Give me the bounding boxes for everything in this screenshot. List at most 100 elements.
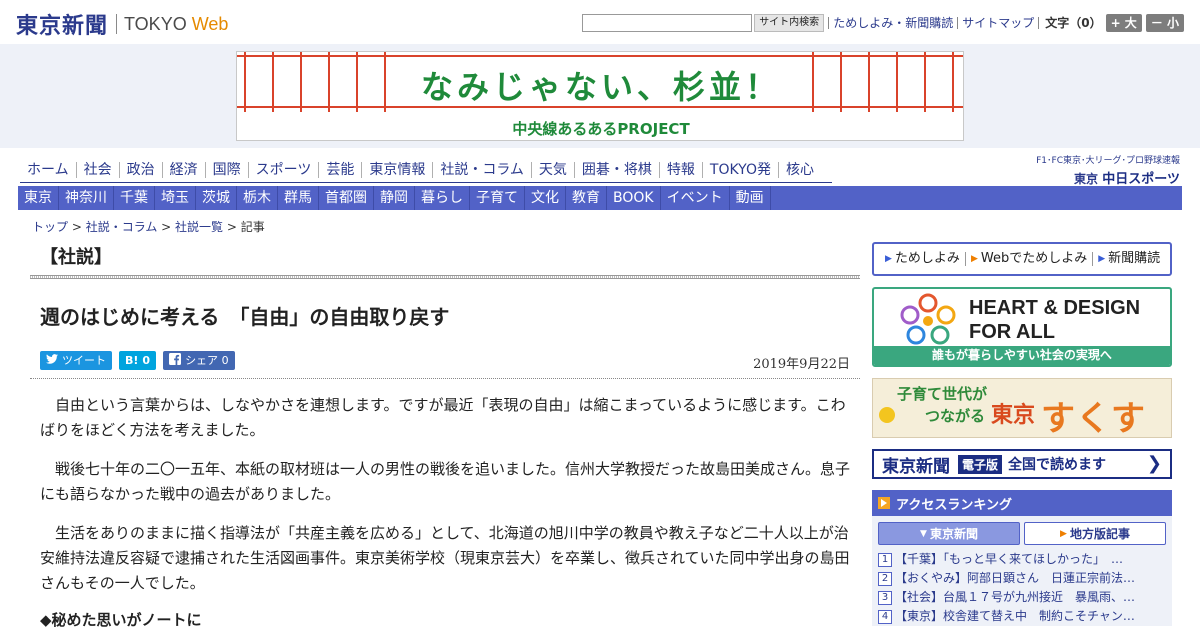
nav-tokuho[interactable]: 特報: [658, 161, 702, 178]
region-book[interactable]: BOOK: [607, 186, 661, 210]
nav-tokyo-info[interactable]: 東京情報: [361, 161, 432, 178]
ranking-play-icon: [878, 497, 890, 509]
banner-area: なみじゃない、杉並！ 中央線あるあるPROJECT: [0, 44, 1200, 148]
tokyo-sukusuku-ad[interactable]: 子育て世代が つながる 東京 すくすく: [872, 378, 1172, 438]
web-trial-reading-link[interactable]: ▶ Webでためしよみ: [964, 252, 1092, 266]
heart-design-title: HEART & DESIGN FOR ALL: [969, 296, 1140, 344]
region-parenting[interactable]: 子育て: [470, 186, 525, 210]
region-ibaraki[interactable]: 茨城: [196, 186, 237, 210]
breadcrumb-editorial-list[interactable]: 社説一覧: [175, 220, 223, 234]
nav-tokyo-hatsu[interactable]: TOKYO発: [701, 161, 778, 178]
region-kanagawa[interactable]: 神奈川: [59, 186, 114, 210]
triangle-down-icon: ▼: [920, 528, 927, 539]
region-tokyo[interactable]: 東京: [18, 186, 59, 210]
share-bar: ツイート B! 0 シェア 0 2019年9月22日: [30, 350, 860, 372]
chunichi-logo-name: 中日スポーツ: [1102, 172, 1180, 187]
heart-design-for-all-ad[interactable]: HEART & DESIGN FOR ALL 誰もが暮らしやすい社会の実現へ: [872, 287, 1172, 367]
logo-web-text[interactable]: Web: [192, 14, 229, 35]
article-title: 週のはじめに考える 「自由」の自由取り戻す: [40, 305, 450, 329]
heart-design-title-line1: HEART & DESIGN: [969, 297, 1141, 319]
hatena-bookmark-icon: B!: [125, 353, 139, 367]
subscription-promo-links: ▶ ためしよみ ▶ Webでためしよみ ▶ 新聞購読: [872, 242, 1172, 276]
region-shizuoka[interactable]: 静岡: [374, 186, 415, 210]
facebook-share-button[interactable]: シェア 0: [163, 350, 235, 370]
font-size-label: 文字（0）: [1038, 17, 1102, 29]
twitter-bird-icon: [46, 353, 58, 367]
facebook-share-count: 0: [221, 353, 229, 367]
article: 【社説】 週のはじめに考える 「自由」の自由取り戻す ツイート B! 0 シェア…: [30, 240, 860, 630]
article-subheading: ◆秘めた思いがノートに: [40, 611, 202, 629]
ranking-item[interactable]: 4 【東京】校舎建て替え中 制約こそチャン…: [878, 607, 1166, 626]
breadcrumb-current: 記事: [240, 220, 265, 234]
section-divider: [30, 275, 860, 279]
rank-number: 1: [878, 552, 892, 567]
ranking-item[interactable]: 1 【千葉】「もっと早く来てほしかった」 …: [878, 550, 1166, 569]
article-paragraph: 自由という言葉からは、しなやかさを連想します。ですが最近「表現の自由」は縮こまっ…: [40, 396, 846, 439]
region-gunma[interactable]: 群馬: [278, 186, 319, 210]
region-saitama[interactable]: 埼玉: [155, 186, 196, 210]
region-living[interactable]: 暮らし: [415, 186, 470, 210]
ranking-item[interactable]: 2 【おくやみ】阿部日顕さん 日蓮正宗前法…: [878, 569, 1166, 588]
subscribe-link[interactable]: ▶ 新聞購読: [1092, 252, 1165, 266]
banner-subtitle: 中央線あるあるPROJECT: [512, 120, 690, 138]
site-header: 東京新聞 TOKYO Web サイト内検索 ためしよみ・新聞購読 サイトマップ …: [0, 0, 1200, 44]
ranking-item[interactable]: 3 【社会】台風１７号が九州接近 暴風雨、…: [878, 588, 1166, 607]
nav-politics[interactable]: 政治: [118, 161, 162, 178]
region-education[interactable]: 教育: [566, 186, 607, 210]
region-chiba[interactable]: 千葉: [114, 186, 155, 210]
banner-ad[interactable]: なみじゃない、杉並！ 中央線あるあるPROJECT: [236, 51, 964, 141]
breadcrumb-separator: >: [223, 220, 241, 234]
site-search-button[interactable]: サイト内検索: [754, 14, 825, 32]
ranking-item-title[interactable]: 【東京】校舎建て替え中 制約こそチャン…: [895, 607, 1165, 626]
nav-entertainment[interactable]: 芸能: [318, 161, 361, 178]
nav-editorial-column[interactable]: 社説・コラム: [432, 161, 531, 178]
chunichi-sports-link[interactable]: F1･FC東京･大リーグ･プロ野球速報 東京 中日スポーツ: [1020, 153, 1180, 187]
digital-edition-ad[interactable]: 東京新聞 電子版 全国で読めます ❯: [872, 449, 1172, 479]
nav-weather[interactable]: 天気: [530, 161, 574, 178]
nav-kakushin[interactable]: 核心: [777, 161, 821, 178]
nav-home[interactable]: ホーム: [20, 162, 76, 178]
tweet-button[interactable]: ツイート: [40, 350, 112, 370]
tab-tokyo-shimbun[interactable]: ▼ 東京新聞: [878, 522, 1020, 545]
region-tochigi[interactable]: 栃木: [237, 186, 278, 210]
nav-economy[interactable]: 経済: [161, 161, 205, 178]
heart-design-title-line2: FOR ALL: [969, 321, 1055, 343]
region-nav: 東京 神奈川 千葉 埼玉 茨城 栃木 群馬 首都圏 静岡 暮らし 子育て 文化 …: [18, 186, 1182, 210]
nav-society[interactable]: 社会: [75, 161, 119, 178]
chevron-right-icon: ❯: [1146, 453, 1162, 474]
access-ranking: アクセスランキング ▼ 東京新聞 ▶ 地方版記事 1 【千葉】「もっと早く来てほ…: [872, 490, 1172, 626]
region-video[interactable]: 動画: [730, 186, 771, 210]
region-event[interactable]: イベント: [661, 186, 730, 210]
region-metro[interactable]: 首都圏: [319, 186, 374, 210]
breadcrumb-top[interactable]: トップ: [32, 220, 68, 234]
nav-go-shogi[interactable]: 囲碁・将棋: [573, 161, 659, 178]
hatena-bookmark-button[interactable]: B! 0: [119, 350, 157, 370]
site-search-input[interactable]: [582, 14, 753, 32]
ranking-item-title[interactable]: 【おくやみ】阿部日顕さん 日蓮正宗前法…: [895, 569, 1165, 588]
sukusuku-title: すくすく: [1041, 399, 1146, 438]
font-size-down-button[interactable]: － 小: [1145, 14, 1184, 32]
triangle-right-icon: ▶: [885, 254, 892, 264]
ranking-item-title[interactable]: 【千葉】「もっと早く来てほしかった」 …: [895, 550, 1165, 569]
font-size-up-button[interactable]: + 大: [1105, 14, 1142, 32]
hatena-count: 0: [142, 353, 151, 367]
trial-reading-link[interactable]: ▶ ためしよみ: [880, 252, 965, 266]
rank-number: 2: [878, 571, 892, 586]
sitemap-link[interactable]: サイトマップ: [957, 17, 1034, 29]
logo-tokyo-text[interactable]: TOKYO: [124, 14, 187, 35]
tab-local-articles[interactable]: ▶ 地方版記事: [1024, 522, 1166, 545]
triangle-right-icon: ▶: [1060, 528, 1067, 539]
chunichi-sports-logo[interactable]: 東京 中日スポーツ: [1020, 168, 1180, 187]
site-logo[interactable]: 東京新聞 TOKYO Web: [16, 8, 228, 40]
nav-sports[interactable]: スポーツ: [247, 161, 319, 178]
digital-edition-logo: 東京新聞: [882, 456, 950, 477]
breadcrumb-editorial-column[interactable]: 社説・コラム: [86, 220, 158, 234]
trial-subscribe-link[interactable]: ためしよみ・新聞購読: [828, 17, 953, 29]
sukusuku-tagline-1: 子育て世代が: [897, 385, 988, 403]
digital-edition-badge: 電子版: [958, 454, 1003, 474]
ranking-item-title[interactable]: 【社会】台風１７号が九州接近 暴風雨、…: [895, 588, 1165, 607]
nav-international[interactable]: 国際: [204, 161, 248, 178]
triangle-right-icon: ▶: [970, 254, 978, 264]
region-culture[interactable]: 文化: [525, 186, 566, 210]
logo-tokyo-shimbun[interactable]: 東京新聞: [16, 8, 108, 40]
